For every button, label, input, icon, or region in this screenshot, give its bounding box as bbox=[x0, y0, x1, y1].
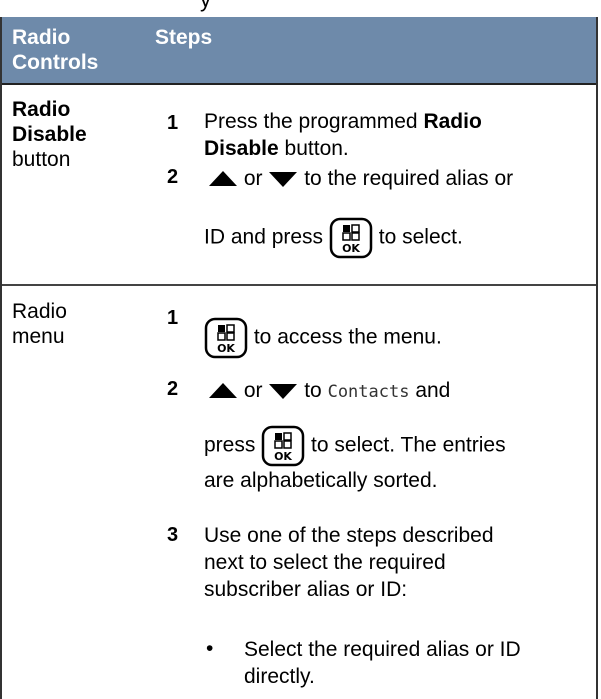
step-text: or to the required alias or bbox=[208, 165, 598, 192]
control-cell: Radio menu bbox=[12, 300, 67, 348]
menu-ok-key-icon: OK bbox=[261, 425, 305, 467]
table-header: Radio Controls Steps bbox=[2, 17, 596, 83]
up-arrow-icon bbox=[209, 383, 237, 399]
step-number: 1 bbox=[167, 112, 179, 134]
step-text: Press the programmed Radio Disable butto… bbox=[204, 110, 482, 160]
down-arrow-icon bbox=[269, 384, 298, 400]
previous-page-fragment: y bbox=[0, 0, 601, 18]
bullet-text: Select the required alias or ID directly… bbox=[244, 638, 521, 688]
radio-controls-table: Radio Controls Steps Radio Disable butto… bbox=[0, 17, 598, 699]
header-divider bbox=[2, 83, 596, 85]
step-text: OK to access the menu. bbox=[204, 317, 442, 359]
step-number: 2 bbox=[167, 166, 179, 188]
step-number: 1 bbox=[167, 307, 179, 329]
svg-text:OK: OK bbox=[217, 342, 235, 355]
step-text-continued: press OK to select. The entries are alph… bbox=[204, 425, 594, 494]
svg-text:OK: OK bbox=[274, 450, 292, 463]
menu-ok-key-icon: OK bbox=[204, 317, 248, 359]
svg-text:OK: OK bbox=[342, 242, 360, 255]
step-text: or to Contacts and bbox=[208, 377, 450, 406]
up-arrow-icon bbox=[209, 171, 237, 187]
row-divider bbox=[2, 284, 596, 286]
menu-ok-key-icon: OK bbox=[329, 217, 373, 259]
contacts-menu-item: Contacts bbox=[327, 382, 410, 402]
down-arrow-icon bbox=[269, 172, 298, 188]
step-number: 2 bbox=[167, 378, 179, 400]
control-cell: Radio Disable button bbox=[12, 98, 87, 171]
bullet-mark: • bbox=[206, 637, 214, 660]
step-text: Use one of the steps described next to s… bbox=[204, 524, 494, 601]
step-text-continued: ID and press OK to select. bbox=[204, 217, 463, 259]
header-steps: Steps bbox=[155, 26, 213, 49]
step-number: 3 bbox=[167, 524, 179, 546]
header-radio-controls: Radio Controls bbox=[12, 26, 99, 74]
